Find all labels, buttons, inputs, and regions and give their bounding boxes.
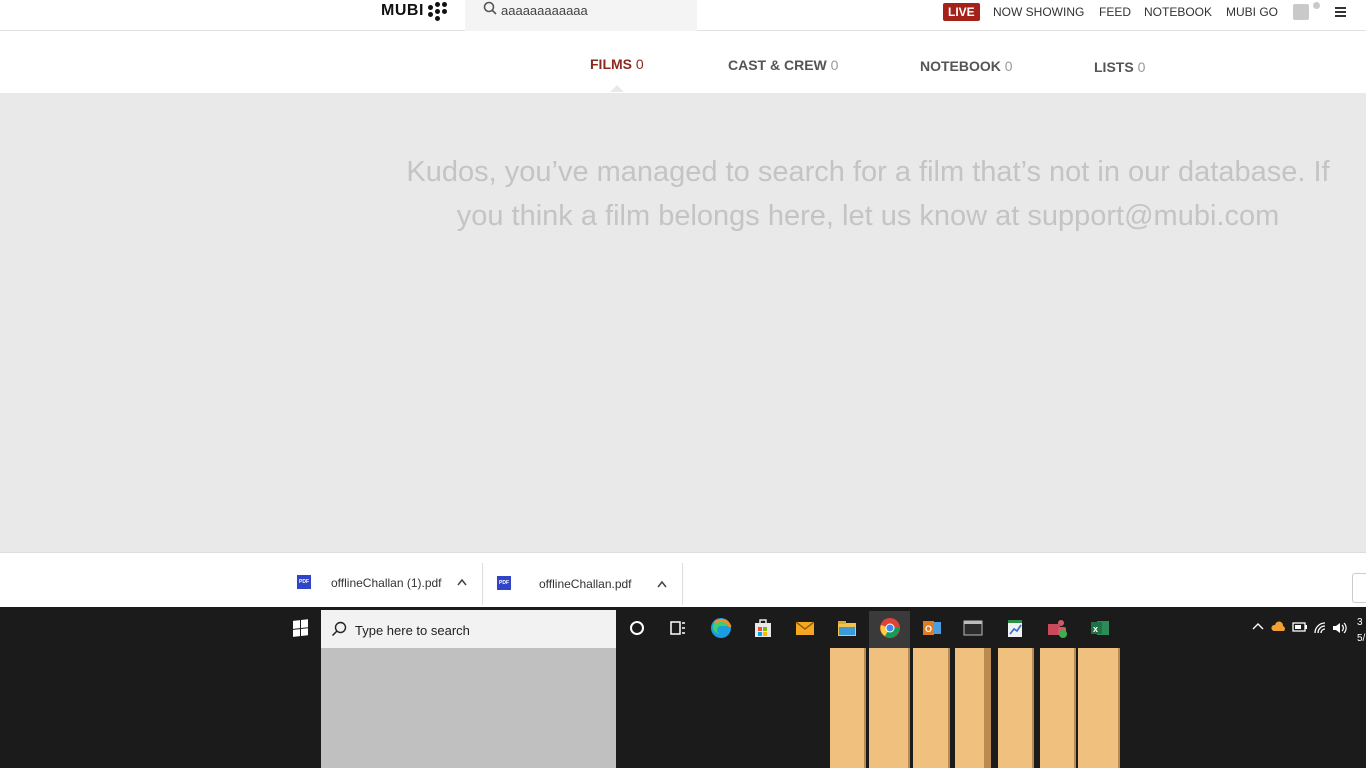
search-input[interactable] <box>501 0 691 20</box>
windows-start-icon[interactable] <box>293 619 309 637</box>
logo-text: MUBI <box>381 2 424 19</box>
mubi-logo[interactable]: MUBI <box>381 1 450 21</box>
tab-cast-crew-label: CAST & CREW <box>728 57 827 73</box>
nav-link-feed[interactable]: FEED <box>1099 5 1131 19</box>
wifi-icon[interactable] <box>1313 621 1329 635</box>
tab-notebook[interactable]: NOTEBOOK 0 <box>920 58 1013 74</box>
store-icon[interactable] <box>752 617 774 639</box>
cortana-icon[interactable] <box>626 617 648 639</box>
taskbar-search-placeholder: Type here to search <box>355 623 470 638</box>
task-view-icon[interactable] <box>667 617 689 639</box>
edge-icon[interactable] <box>710 617 732 639</box>
clock-date: 5/ <box>1357 633 1366 644</box>
mail-icon[interactable] <box>794 617 816 639</box>
search-results-tabs: FILMS 0 CAST & CREW 0 NOTEBOOK 0 LISTS 0 <box>0 31 1366 93</box>
tab-notebook-count: 0 <box>1004 58 1013 74</box>
svg-text:x: x <box>1093 624 1098 634</box>
taskbar-search-box[interactable]: Type here to search <box>321 610 616 648</box>
chrome-icon[interactable] <box>879 617 901 639</box>
tab-lists-count: 0 <box>1137 59 1146 75</box>
active-tab-caret-icon <box>610 85 624 92</box>
chevron-up-icon[interactable] <box>1252 621 1264 631</box>
show-all-downloads-button[interactable] <box>1352 573 1366 603</box>
window-thumbnail[interactable] <box>1078 648 1120 768</box>
notepad-chart-icon[interactable] <box>1004 617 1026 639</box>
system-clock[interactable]: 3 5/ <box>1357 615 1365 647</box>
download-divider <box>682 563 683 605</box>
window-thumbnail[interactable] <box>913 648 950 768</box>
tab-lists-label: LISTS <box>1094 59 1134 75</box>
tab-films-label: FILMS <box>590 56 632 72</box>
onedrive-icon[interactable] <box>1271 621 1287 633</box>
tab-notebook-label: NOTEBOOK <box>920 58 1001 74</box>
window-thumbnail[interactable] <box>830 648 866 768</box>
pdf-file-icon: PDF <box>297 575 311 589</box>
window-thumbnail[interactable] <box>1040 648 1076 768</box>
tab-films[interactable]: FILMS 0 <box>590 56 644 72</box>
download-item-name[interactable]: offlineChallan (1).pdf <box>331 576 442 590</box>
avatar[interactable] <box>1293 4 1309 20</box>
window-thumbnail[interactable] <box>869 648 910 768</box>
nav-link-mubi-go[interactable]: MUBI GO <box>1226 5 1278 19</box>
window-thumbnail[interactable] <box>955 648 991 768</box>
excel-icon[interactable]: x <box>1089 617 1111 639</box>
teams-icon[interactable] <box>1046 617 1068 639</box>
hamburger-menu-icon[interactable] <box>1335 7 1346 17</box>
search-icon <box>483 1 497 15</box>
search-flyout-panel <box>321 648 616 768</box>
pdf-file-icon: PDF <box>497 576 511 590</box>
empty-results-message: Kudos, you’ve managed to search for a fi… <box>406 156 1330 232</box>
tab-lists[interactable]: LISTS 0 <box>1094 59 1145 75</box>
downloads-bar: PDF offlineChallan (1).pdf PDF offlineCh… <box>0 552 1366 607</box>
terminal-icon[interactable] <box>962 617 984 639</box>
download-divider <box>482 563 483 605</box>
windows-taskbar: Type here to search O x 3 5/ <box>0 607 1366 768</box>
logo-dots-icon <box>427 2 450 21</box>
search-box[interactable] <box>465 0 697 31</box>
svg-text:O: O <box>925 624 932 634</box>
clock-time: 3 <box>1357 617 1363 628</box>
download-item-name[interactable]: offlineChallan.pdf <box>539 577 632 591</box>
live-badge[interactable]: LIVE <box>943 3 980 21</box>
tab-cast-crew[interactable]: CAST & CREW 0 <box>728 57 838 73</box>
chevron-up-icon[interactable] <box>657 580 667 588</box>
outlook-icon[interactable]: O <box>921 617 943 639</box>
search-icon <box>331 621 347 637</box>
top-nav: MUBI LIVE NOW SHOWING FEED NOTEBOOK MUBI… <box>0 0 1366 31</box>
volume-icon[interactable] <box>1332 621 1348 635</box>
tab-cast-crew-count: 0 <box>830 57 839 73</box>
file-explorer-icon[interactable] <box>836 617 858 639</box>
nav-link-notebook[interactable]: NOTEBOOK <box>1144 5 1212 19</box>
chevron-up-icon[interactable] <box>457 578 467 586</box>
battery-icon[interactable] <box>1292 621 1308 633</box>
nav-link-now-showing[interactable]: NOW SHOWING <box>993 5 1084 19</box>
notification-dot-icon <box>1313 2 1320 9</box>
tab-films-count: 0 <box>635 56 644 72</box>
window-thumbnail[interactable] <box>998 648 1034 768</box>
